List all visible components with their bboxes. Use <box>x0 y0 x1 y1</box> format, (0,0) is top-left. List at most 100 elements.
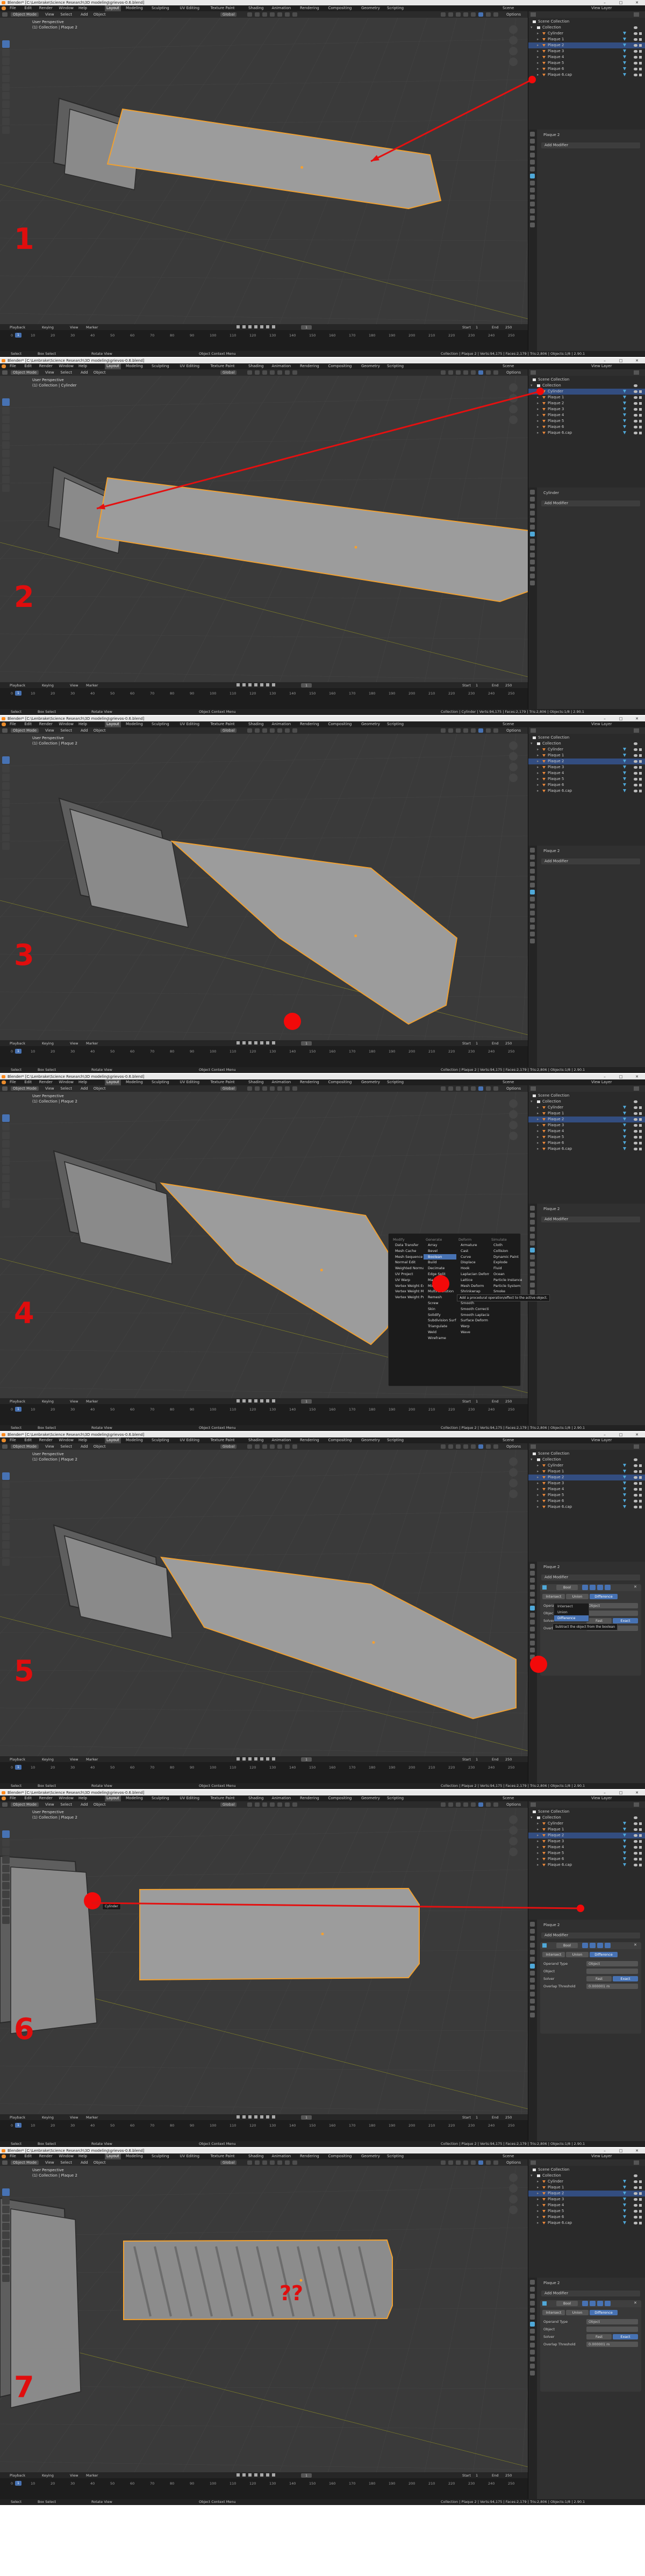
playhead-frame[interactable]: 1 <box>15 1049 22 1054</box>
menu-item-mesh-deform[interactable]: Mesh Deform <box>456 1283 489 1289</box>
visibility-eye-icon[interactable] <box>634 426 637 428</box>
render-camera-icon[interactable] <box>639 420 642 423</box>
tool-button[interactable] <box>2 118 10 125</box>
outliner-filter-icon[interactable] <box>634 1802 639 1807</box>
workspace-tab-scripting[interactable]: Scripting <box>387 1437 404 1443</box>
workspace-tab-geometry[interactable]: Geometry <box>361 1795 380 1801</box>
outliner-item-plaque-6[interactable]: ▸ Plaque 6 <box>528 66 645 72</box>
viewport-menu-object[interactable]: Object <box>94 1085 106 1092</box>
menu-item-decimate[interactable]: Decimate <box>424 1265 456 1271</box>
workspace-tab-geometry[interactable]: Geometry <box>361 2153 380 2159</box>
workspace-tab-modeling[interactable]: Modeling <box>126 363 143 369</box>
menu-item-uv-warp[interactable]: UV Warp <box>391 1277 424 1283</box>
visibility-eye-icon[interactable] <box>634 1130 637 1133</box>
tool-button[interactable] <box>2 126 10 134</box>
outliner-item-plaque-3[interactable]: ▸ Plaque 3 <box>528 1838 645 1844</box>
tool-button[interactable] <box>2 2240 10 2248</box>
keying-menu[interactable]: Keying <box>42 683 54 688</box>
minimize-button[interactable]: – <box>597 1074 613 1079</box>
menu-item-weighted-normal[interactable]: Weighted Normal <box>391 1265 424 1271</box>
render-camera-icon[interactable] <box>639 1500 642 1502</box>
disclosure-triangle-icon[interactable]: ▸ <box>537 1862 539 1868</box>
outliner-collection[interactable]: ▾ Collection <box>528 1815 645 1821</box>
shading-icon[interactable] <box>456 1802 461 1807</box>
nav-gizmo-button[interactable] <box>509 36 518 45</box>
menu-item-mesh-sequence-cache[interactable]: Mesh Sequence Cache <box>391 1254 424 1260</box>
workspace-tab-shading[interactable]: Shading <box>248 721 263 727</box>
viewport-menu-add[interactable]: Add <box>81 1443 88 1450</box>
visibility-eye-icon[interactable] <box>634 1834 637 1837</box>
add-modifier-button[interactable]: Add Modifier <box>541 858 640 864</box>
tool-button[interactable] <box>2 1830 10 1838</box>
playback-menu[interactable]: Playback <box>10 2473 25 2478</box>
properties-tab-icon[interactable] <box>530 2343 535 2348</box>
union-button[interactable]: Union <box>566 2310 589 2315</box>
visibility-eye-icon[interactable] <box>634 420 637 423</box>
workspace-tab-texture-paint[interactable]: Texture Paint <box>211 1079 235 1085</box>
play-control-button[interactable] <box>242 683 246 686</box>
disclosure-triangle-icon[interactable]: ▸ <box>537 1498 539 1504</box>
menu-window[interactable]: Window <box>59 1079 74 1085</box>
tool-button[interactable] <box>2 1507 10 1514</box>
render-camera-icon[interactable] <box>639 754 642 757</box>
render-camera-icon[interactable] <box>639 1840 642 1843</box>
shading-icon[interactable] <box>448 1802 453 1807</box>
viewport-header-icon[interactable] <box>292 728 297 733</box>
viewport-header-icon[interactable] <box>262 2160 267 2165</box>
workspace-tab-modeling[interactable]: Modeling <box>126 1437 143 1443</box>
workspace-tab-modeling[interactable]: Modeling <box>126 1795 143 1801</box>
render-camera-icon[interactable] <box>639 1846 642 1849</box>
transform-orientation-dropdown[interactable]: Global <box>220 1802 237 1807</box>
modifier-toggle-icon[interactable] <box>597 2301 603 2306</box>
shading-icon[interactable] <box>493 1802 498 1807</box>
viewport-header-icon[interactable] <box>285 12 290 17</box>
outliner-display-mode-icon[interactable] <box>531 12 536 17</box>
frame-ruler[interactable]: 0 10 20 30 40 50 60 70 80 90 100 110 120 130 140 150 160… <box>11 1407 516 1412</box>
nav-gizmo-button[interactable] <box>509 741 518 750</box>
play-control-button[interactable] <box>266 325 269 328</box>
viewport-menu-select[interactable]: Select <box>60 11 72 18</box>
disclosure-triangle-icon[interactable]: ▾ <box>531 741 533 747</box>
frame-ruler[interactable]: 0 10 20 30 40 50 60 70 80 90 100 110 120 130 140 150 160… <box>11 691 516 696</box>
nav-gizmo-button[interactable] <box>509 1110 518 1119</box>
render-camera-icon[interactable] <box>639 1464 642 1467</box>
properties-tab-icon[interactable] <box>530 504 535 509</box>
render-camera-icon[interactable] <box>639 772 642 775</box>
disclosure-triangle-icon[interactable]: ▸ <box>537 430 539 436</box>
properties-tab-icon[interactable] <box>530 511 535 516</box>
properties-tab-icon[interactable] <box>530 911 535 915</box>
menu-help[interactable]: Help <box>78 363 87 369</box>
properties-tab-icon[interactable] <box>530 539 535 543</box>
editor-type-icon[interactable] <box>2 2160 8 2165</box>
editor-type-icon[interactable] <box>2 370 8 375</box>
menu-window[interactable]: Window <box>59 2153 74 2159</box>
menu-item-collision[interactable]: Collision <box>489 1248 522 1254</box>
render-camera-icon[interactable] <box>639 1506 642 1508</box>
disclosure-triangle-icon[interactable]: ▸ <box>537 759 539 764</box>
workspace-tab-scripting[interactable]: Scripting <box>387 2153 404 2159</box>
visibility-eye-icon[interactable] <box>634 2186 637 2189</box>
shading-icon[interactable] <box>448 1086 453 1091</box>
viewport-header-icon[interactable] <box>270 728 275 733</box>
viewport-header-icon[interactable] <box>262 1802 267 1807</box>
workspace-tab-texture-paint[interactable]: Texture Paint <box>211 363 235 369</box>
fast-solver-button[interactable]: Fast <box>586 1976 612 1981</box>
close-button[interactable]: ✕ <box>629 2148 645 2153</box>
play-control-button[interactable] <box>254 683 257 686</box>
menu-item-uv-project[interactable]: UV Project <box>391 1271 424 1277</box>
tool-button[interactable] <box>2 92 10 99</box>
viewport-3d[interactable]: User Perspective (1) Collection | Cylinde… <box>0 376 528 682</box>
end-field[interactable]: 250 <box>505 325 512 330</box>
object-mode-dropdown[interactable]: Object Mode <box>11 12 39 17</box>
outliner-filter-icon[interactable] <box>634 370 639 375</box>
modifier-tab-wrench-icon[interactable] <box>530 1964 535 1969</box>
play-control-button[interactable] <box>242 2473 246 2477</box>
properties-tab-icon[interactable] <box>530 939 535 943</box>
properties-tab-icon[interactable] <box>530 1999 535 2003</box>
workspace-tab-scripting[interactable]: Scripting <box>387 1079 404 1085</box>
outliner-collection[interactable]: ▾ Collection <box>528 1457 645 1463</box>
workspace-tab-uv-editing[interactable]: UV Editing <box>180 1795 200 1801</box>
viewport-header-icon[interactable] <box>292 1086 297 1091</box>
viewport-header-icon[interactable] <box>270 2160 275 2165</box>
play-control-button[interactable] <box>272 2115 275 2119</box>
